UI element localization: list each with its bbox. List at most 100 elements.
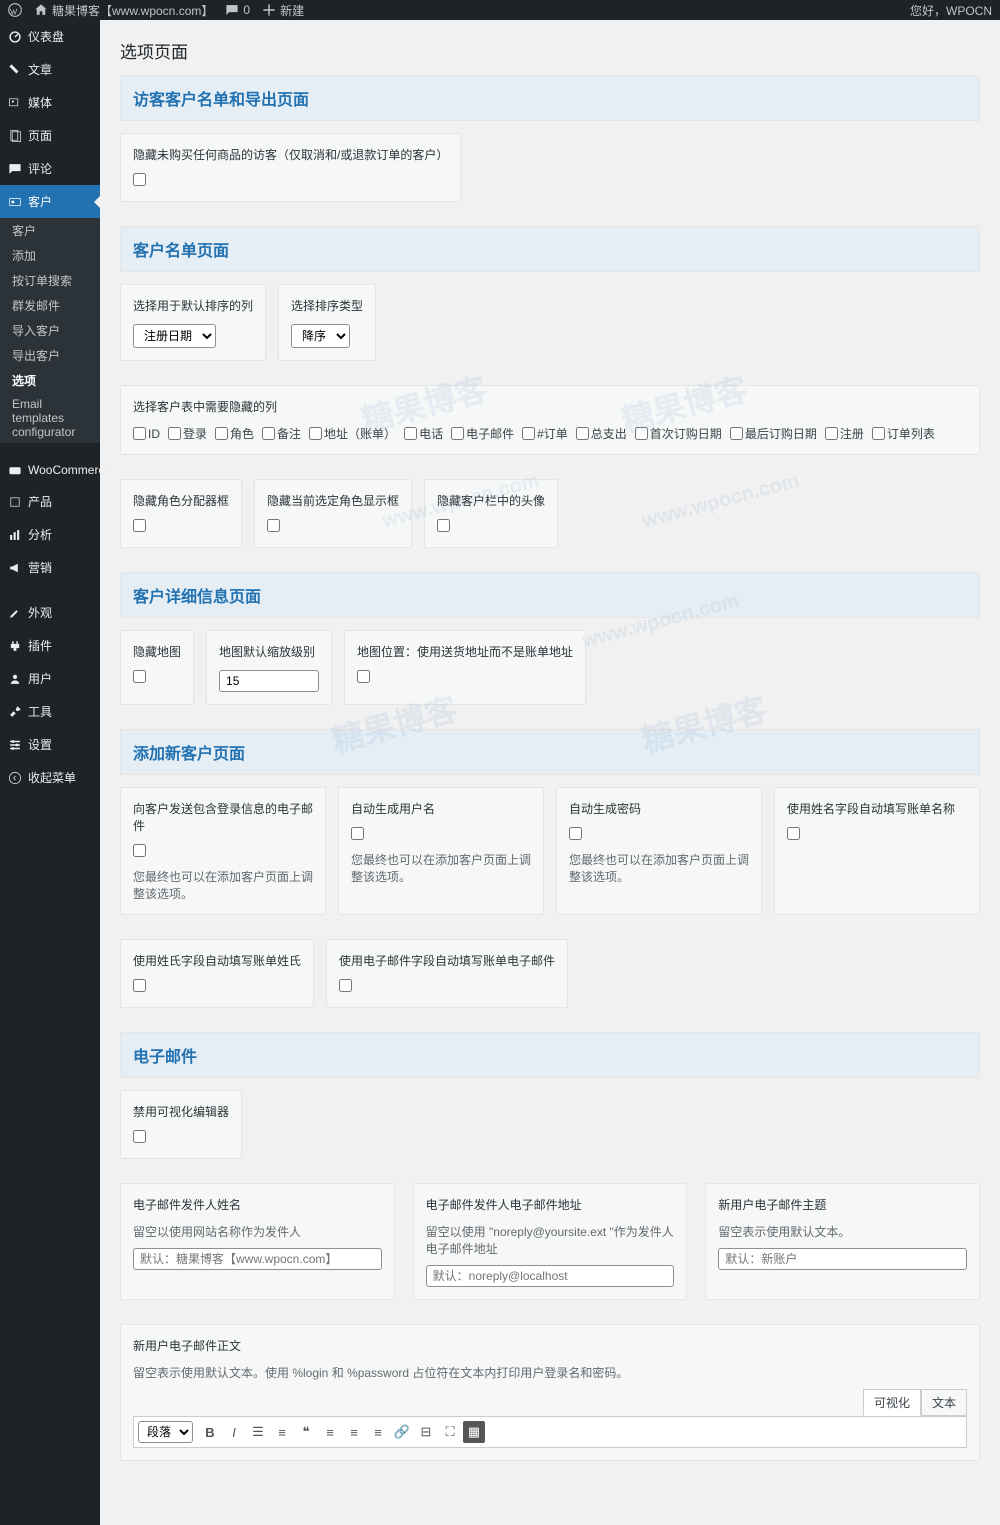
col-role-checkbox[interactable]: [215, 427, 228, 440]
menu-products[interactable]: 产品: [0, 485, 100, 518]
menu-marketing[interactable]: 营销: [0, 551, 100, 584]
col-login-checkbox[interactable]: [168, 427, 181, 440]
autofill-lastname-checkbox[interactable]: [133, 979, 146, 992]
hide-avatar-checkbox[interactable]: [437, 519, 450, 532]
sender-name-input[interactable]: [133, 1248, 382, 1270]
format-select[interactable]: 段落: [138, 1421, 193, 1443]
card-map-pos: 地图位置：使用送货地址而不是账单地址: [344, 630, 586, 705]
col-reg-checkbox[interactable]: [825, 427, 838, 440]
fullscreen-icon[interactable]: ⛶: [439, 1421, 461, 1443]
menu-media[interactable]: 媒体: [0, 86, 100, 119]
tab-visual[interactable]: 可视化: [863, 1389, 921, 1416]
menu-plugins[interactable]: 插件: [0, 629, 100, 662]
align-center-icon[interactable]: ≡: [343, 1421, 365, 1443]
sender-email-input[interactable]: [426, 1265, 675, 1287]
col-email-checkbox[interactable]: [451, 427, 464, 440]
card-sender-email: 电子邮件发件人电子邮件地址 留空以使用 "noreply@yoursite.ex…: [413, 1183, 688, 1300]
link-icon[interactable]: 🔗: [391, 1421, 413, 1443]
card-subject: 新用户电子邮件主题 留空表示使用默认文本。: [705, 1183, 980, 1300]
site-name: 糖果博客【www.wpocn.com】: [52, 2, 213, 19]
sub-email-templates[interactable]: Email templates configurator: [0, 393, 100, 443]
zoom-input[interactable]: [219, 670, 319, 692]
more-icon[interactable]: ⊟: [415, 1421, 437, 1443]
quote-icon[interactable]: ❝: [295, 1421, 317, 1443]
card-autofill-email: 使用电子邮件字段自动填写账单电子邮件: [326, 939, 568, 1008]
menu-collapse[interactable]: 收起菜单: [0, 761, 100, 794]
card-hide-cols: 选择客户表中需要隐藏的列 ID 登录 角色 备注 地址（账单） 电话 电子邮件 …: [120, 385, 980, 455]
section-guest: 访客客户名单和导出页面: [120, 75, 980, 121]
menu-tools[interactable]: 工具: [0, 695, 100, 728]
col-id-checkbox[interactable]: [133, 427, 146, 440]
sub-export[interactable]: 导出客户: [0, 343, 100, 368]
disable-visual-checkbox[interactable]: [133, 1130, 146, 1143]
section-customer-list: 客户名单页面: [120, 226, 980, 272]
align-left-icon[interactable]: ≡: [319, 1421, 341, 1443]
greeting[interactable]: 您好，WPOCN: [910, 2, 992, 19]
bullet-list-icon[interactable]: ☰: [247, 1421, 269, 1443]
col-phone-checkbox[interactable]: [404, 427, 417, 440]
sort-col-select[interactable]: 注册日期: [133, 324, 216, 348]
autofill-name-checkbox[interactable]: [787, 827, 800, 840]
number-list-icon[interactable]: ≡: [271, 1421, 293, 1443]
menu-posts[interactable]: 文章: [0, 53, 100, 86]
hide-cols-label: 选择客户表中需要隐藏的列: [133, 398, 967, 415]
card-body: 新用户电子邮件正文 留空表示使用默认文本。使用 %login 和 %passwo…: [120, 1324, 980, 1461]
wp-logo-icon[interactable]: [8, 3, 22, 17]
admin-sidebar: 仪表盘 文章 媒体 页面 评论 客户 客户 添加 按订单搜索 群发邮件 导入客户…: [0, 20, 100, 1525]
menu-comments[interactable]: 评论: [0, 152, 100, 185]
card-sort-col: 选择用于默认排序的列 注册日期: [120, 284, 266, 361]
sort-type-label: 选择排序类型: [291, 297, 363, 314]
card-hide-avatar: 隐藏客户栏中的头像: [424, 479, 558, 548]
italic-icon[interactable]: I: [223, 1421, 245, 1443]
card-sort-type: 选择排序类型 降序: [278, 284, 376, 361]
kitchen-sink-icon[interactable]: ▦: [463, 1421, 485, 1443]
col-orders-checkbox[interactable]: [522, 427, 535, 440]
editor-toolbar: 段落 B I ☰ ≡ ❝ ≡ ≡ ≡ 🔗 ⊟ ⛶ ▦: [133, 1416, 967, 1448]
sub-options[interactable]: 选项: [0, 368, 100, 393]
menu-pages[interactable]: 页面: [0, 119, 100, 152]
card-send-email: 向客户发送包含登录信息的电子邮件 您最终也可以在添加客户页面上调整该选项。: [120, 787, 326, 915]
menu-appearance[interactable]: 外观: [0, 596, 100, 629]
col-orderlist-checkbox[interactable]: [872, 427, 885, 440]
col-lastorder-checkbox[interactable]: [730, 427, 743, 440]
sort-type-select[interactable]: 降序: [291, 324, 350, 348]
menu-customers[interactable]: 客户: [0, 185, 100, 218]
new-link[interactable]: 新建: [262, 2, 304, 19]
menu-dashboard[interactable]: 仪表盘: [0, 20, 100, 53]
subject-input[interactable]: [718, 1248, 967, 1270]
new-label: 新建: [280, 2, 304, 19]
hide-map-checkbox[interactable]: [133, 670, 146, 683]
menu-users[interactable]: 用户: [0, 662, 100, 695]
section-email: 电子邮件: [120, 1032, 980, 1078]
card-hide-role-assigner: 隐藏角色分配器框: [120, 479, 242, 548]
col-spent-checkbox[interactable]: [576, 427, 589, 440]
hide-roles-box-checkbox[interactable]: [267, 519, 280, 532]
hide-guest-checkbox[interactable]: [133, 173, 146, 186]
card-autofill-lastname: 使用姓氏字段自动填写账单姓氏: [120, 939, 314, 1008]
tab-text[interactable]: 文本: [921, 1389, 967, 1416]
site-link[interactable]: 糖果博客【www.wpocn.com】: [34, 2, 213, 19]
sub-import[interactable]: 导入客户: [0, 318, 100, 343]
comments-link[interactable]: 0: [225, 3, 250, 17]
align-right-icon[interactable]: ≡: [367, 1421, 389, 1443]
sub-bulk-mail[interactable]: 群发邮件: [0, 293, 100, 318]
col-firstorder-checkbox[interactable]: [635, 427, 648, 440]
autofill-email-checkbox[interactable]: [339, 979, 352, 992]
menu-analytics[interactable]: 分析: [0, 518, 100, 551]
bold-icon[interactable]: B: [199, 1421, 221, 1443]
sub-order-search[interactable]: 按订单搜索: [0, 268, 100, 293]
menu-settings[interactable]: 设置: [0, 728, 100, 761]
send-email-checkbox[interactable]: [133, 844, 146, 857]
col-notes-checkbox[interactable]: [262, 427, 275, 440]
map-pos-checkbox[interactable]: [357, 670, 370, 683]
sub-customers[interactable]: 客户: [0, 218, 100, 243]
card-auto-user: 自动生成用户名 您最终也可以在添加客户页面上调整该选项。: [338, 787, 544, 915]
auto-pass-checkbox[interactable]: [569, 827, 582, 840]
hide-role-checkbox[interactable]: [133, 519, 146, 532]
col-address-checkbox[interactable]: [309, 427, 322, 440]
sub-add[interactable]: 添加: [0, 243, 100, 268]
menu-woocommerce[interactable]: WooCommerce: [0, 455, 100, 485]
card-hide-map: 隐藏地图: [120, 630, 194, 705]
auto-user-checkbox[interactable]: [351, 827, 364, 840]
card-sender-name: 电子邮件发件人姓名 留空以使用网站名称作为发件人: [120, 1183, 395, 1300]
